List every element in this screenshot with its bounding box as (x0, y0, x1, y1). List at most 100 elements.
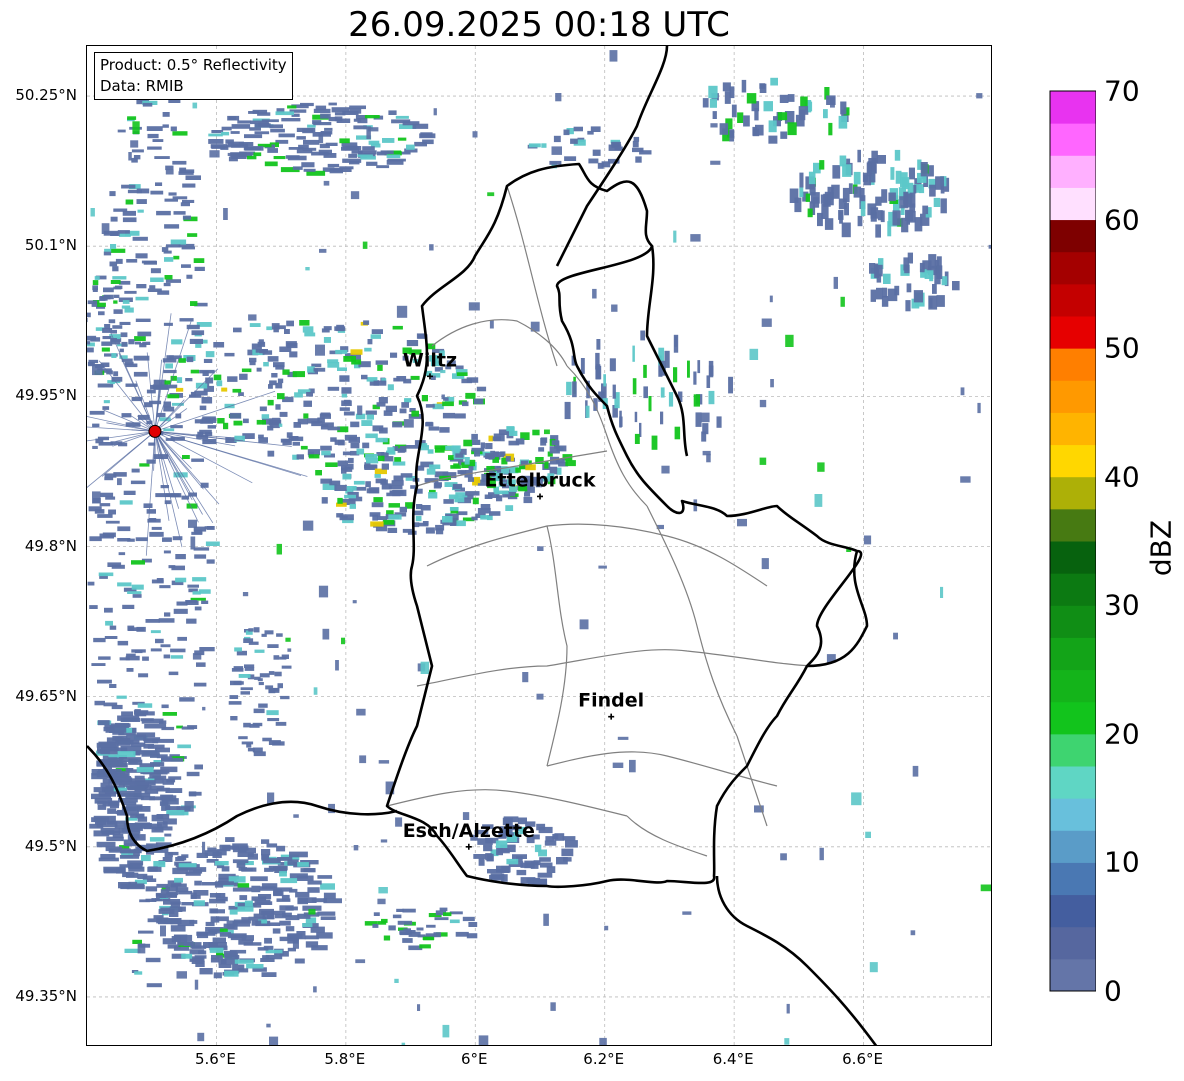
echo-cell (830, 97, 835, 108)
echo-cell (912, 765, 919, 777)
echo-cell (328, 102, 337, 106)
echo-cell (153, 861, 166, 868)
echo-cell (195, 960, 205, 967)
echo-cell (386, 492, 401, 497)
echo-cell (128, 627, 144, 631)
city-cross-icon (537, 493, 543, 500)
echo-cell (165, 363, 173, 369)
echo-cell (362, 146, 375, 151)
echo-cell (324, 127, 333, 131)
echo-cell (110, 216, 118, 222)
echo-cell (137, 816, 148, 822)
echo-cell (307, 880, 322, 885)
echo-cell (160, 907, 170, 912)
echo-cell (317, 875, 333, 879)
echo-cell (127, 786, 146, 791)
echo-cell (808, 171, 816, 185)
echo-cell (299, 320, 310, 326)
echo-cell (706, 375, 711, 388)
lon-tick-label: 6.2°E (583, 1050, 625, 1068)
echo-cell (315, 105, 327, 111)
echo-cell (348, 153, 358, 158)
colorbar-tick-label: 50 (1104, 331, 1140, 365)
echo-cell (377, 898, 386, 905)
echo-cell (208, 139, 224, 144)
echo-cell (141, 855, 151, 862)
echo-cell (840, 101, 847, 115)
echo-cell (307, 418, 320, 424)
echo-cell (165, 788, 183, 793)
echo-cell (194, 554, 207, 559)
product-label: Product: 0.5° Reflectivity (100, 56, 287, 74)
echo-cell (343, 399, 351, 405)
echo-cell (217, 418, 225, 424)
echo-cell (353, 480, 365, 485)
echo-cell (300, 445, 308, 450)
echo-cell (960, 387, 965, 396)
echo-cell (263, 858, 281, 864)
echo-cell (172, 196, 188, 200)
echo-cell (157, 290, 170, 295)
echo-cell (222, 845, 240, 850)
echo-cell (863, 535, 872, 545)
echo-cell (960, 476, 971, 483)
echo-cell (136, 767, 154, 773)
echo-cell (321, 328, 330, 333)
echo-cell (406, 340, 419, 347)
echo-cell (940, 198, 947, 214)
colorbar-segment (1050, 251, 1096, 285)
echo-cell (441, 394, 445, 400)
echo-cell (134, 336, 146, 341)
colorbar-segment (1050, 605, 1096, 638)
echo-cell (297, 862, 309, 867)
echo-cell (933, 197, 941, 207)
echo-cell (110, 280, 121, 284)
echo-cell (462, 401, 469, 407)
radar-map[interactable]: Wiltz Ettelbruck Findel Esch/Alzette (86, 45, 992, 1046)
echo-cell (777, 112, 788, 121)
echo-cell (228, 116, 237, 121)
echo-cell (160, 644, 171, 648)
echo-cell (233, 666, 244, 671)
echo-cell (251, 885, 261, 893)
echo-cell (301, 162, 315, 168)
echo-cell (88, 506, 102, 512)
echo-cell (323, 337, 331, 343)
echo-cell (480, 515, 490, 520)
echo-cell (100, 492, 114, 498)
echo-cell (483, 844, 493, 852)
city-marker: Wiltz (403, 349, 457, 380)
canton-border-line (386, 789, 628, 817)
echo-cell (279, 656, 287, 660)
colorbar-tick-label: 20 (1104, 717, 1140, 751)
echo-cell (383, 519, 395, 525)
echo-cell (382, 138, 395, 143)
echo-cell (729, 86, 735, 99)
echo-cell (471, 516, 478, 521)
echo-cell (188, 519, 197, 528)
echo-cell (395, 817, 403, 827)
echo-cell (144, 724, 167, 729)
echo-cell (417, 465, 425, 471)
echo-cell (387, 158, 406, 162)
colorbar-segment (1050, 701, 1096, 735)
echo-cell (894, 149, 901, 161)
echo-cell (232, 859, 249, 864)
echo-cell (248, 314, 257, 321)
echo-cell (116, 695, 127, 699)
colorbar-segment (1050, 187, 1096, 221)
echo-cell (325, 142, 338, 146)
echo-cell (194, 979, 199, 990)
echo-cell (202, 706, 206, 711)
echo-cell (334, 484, 347, 491)
echo-cell (394, 457, 402, 462)
echo-cell (154, 156, 170, 159)
echo-cell (367, 339, 373, 345)
colorbar-segment (1050, 412, 1096, 446)
echo-cell (161, 704, 169, 709)
echo-cell (261, 972, 277, 977)
echo-cell (221, 866, 230, 872)
echo-cell (190, 536, 196, 550)
colorbar-segment (1050, 637, 1096, 671)
echo-cell (906, 283, 912, 293)
